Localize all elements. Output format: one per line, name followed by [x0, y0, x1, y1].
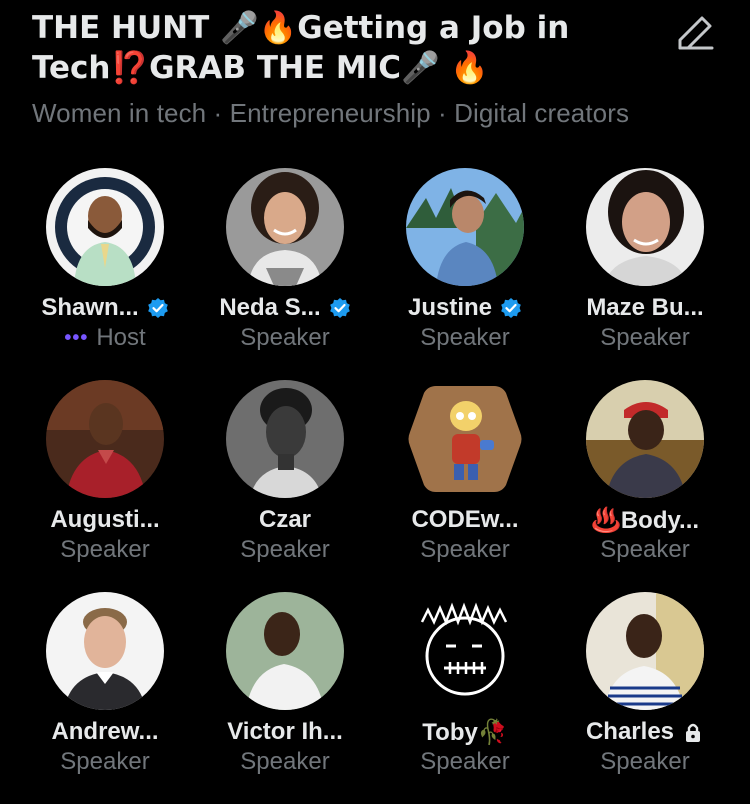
- avatar-codew[interactable]: [406, 380, 524, 498]
- avatar-victor[interactable]: [226, 592, 344, 710]
- participant-card[interactable]: Shawn... ••• Host: [15, 168, 195, 380]
- avatar-czar[interactable]: [226, 380, 344, 498]
- participant-name-row: CODEw...: [411, 504, 518, 536]
- participant-role: Speaker: [600, 536, 690, 563]
- participant-role: Speaker: [60, 748, 150, 775]
- participant-name: Neda S...: [219, 294, 321, 321]
- participant-name-row: ♨️Body...: [591, 504, 699, 536]
- participant-name: Andrew...: [51, 718, 159, 745]
- participant-name: Shawn...: [41, 294, 139, 321]
- space-header: THE HUNT 🎤🔥Getting a Job in Tech⁉️GRAB T…: [32, 8, 672, 129]
- host-dots-icon: •••: [64, 326, 89, 349]
- participant-name-row: Justine: [408, 292, 522, 324]
- participant-name-row: Augusti...: [50, 504, 159, 536]
- participant-role: Speaker: [600, 324, 690, 351]
- avatar-justine[interactable]: [406, 168, 524, 286]
- participant-card[interactable]: Andrew... Speaker: [15, 592, 195, 804]
- participant-role-row: ••• Host: [64, 324, 145, 352]
- verified-badge-icon: [501, 298, 521, 318]
- participant-name: Toby🥀: [422, 718, 508, 746]
- participant-card[interactable]: Victor Ih... Speaker: [195, 592, 375, 804]
- pencil-icon: [678, 16, 714, 50]
- verified-badge-icon: [329, 298, 350, 318]
- lock-icon: [686, 723, 701, 742]
- space-topics: Women in tech · Entrepreneurship · Digit…: [32, 98, 630, 128]
- participant-card[interactable]: Neda S... Speaker: [195, 168, 375, 380]
- participant-card[interactable]: CODEw... Speaker: [375, 380, 555, 592]
- participant-role: Speaker: [240, 536, 330, 563]
- participant-card[interactable]: Czar Speaker: [195, 380, 375, 592]
- participant-card[interactable]: ♨️Body... Speaker: [555, 380, 735, 592]
- participant-role: Speaker: [240, 748, 330, 775]
- participant-role: Speaker: [420, 536, 510, 563]
- participant-name: ♨️Body...: [590, 506, 700, 534]
- space-title: THE HUNT 🎤🔥Getting a Job in Tech⁉️GRAB T…: [32, 10, 570, 86]
- verified-badge-icon: [147, 298, 168, 318]
- avatar-maze[interactable]: [586, 168, 704, 286]
- participant-name-row: Maze Bu...: [586, 292, 703, 324]
- participant-name: Justine: [407, 294, 493, 321]
- participant-card[interactable]: Justine Speaker: [375, 168, 555, 380]
- participant-name: Augusti...: [50, 506, 160, 533]
- avatar-andrew[interactable]: [46, 592, 164, 710]
- participant-role: Speaker: [600, 748, 690, 775]
- participant-role: Host: [96, 324, 146, 351]
- participant-role: Speaker: [60, 536, 150, 563]
- avatar-toby[interactable]: [406, 592, 524, 710]
- participant-name-row: Czar: [259, 504, 311, 536]
- participant-name-row: Andrew...: [51, 716, 158, 748]
- participant-name: Czar: [258, 506, 312, 533]
- participant-name: Victor Ih...: [227, 718, 343, 745]
- participant-role: Speaker: [240, 324, 330, 351]
- avatar-neda[interactable]: [226, 168, 344, 286]
- participant-role: Speaker: [420, 324, 510, 351]
- participant-name-row: Neda S...: [219, 292, 350, 324]
- participant-name: Maze Bu...: [586, 294, 704, 321]
- participant-card[interactable]: Augusti... Speaker: [15, 380, 195, 592]
- participants-grid: Shawn... ••• Host Neda S... Speaker Just…: [15, 168, 735, 804]
- participant-name-row: Victor Ih...: [227, 716, 343, 748]
- edit-button[interactable]: [672, 10, 718, 56]
- participant-name-row: Shawn...: [41, 292, 168, 324]
- participant-name-row: Toby🥀: [422, 716, 507, 748]
- avatar-augustine[interactable]: [46, 380, 164, 498]
- avatar-body[interactable]: [586, 380, 704, 498]
- avatar-shawn[interactable]: [46, 168, 164, 286]
- participant-name: Charles: [585, 718, 675, 745]
- participant-card[interactable]: Charles Speaker: [555, 592, 735, 804]
- participant-role: Speaker: [420, 748, 510, 775]
- participant-name-row: Charles: [586, 716, 704, 748]
- avatar-charles[interactable]: [586, 592, 704, 710]
- participant-card[interactable]: Toby🥀 Speaker: [375, 592, 555, 804]
- participant-name: CODEw...: [411, 506, 519, 533]
- participant-card[interactable]: Maze Bu... Speaker: [555, 168, 735, 380]
